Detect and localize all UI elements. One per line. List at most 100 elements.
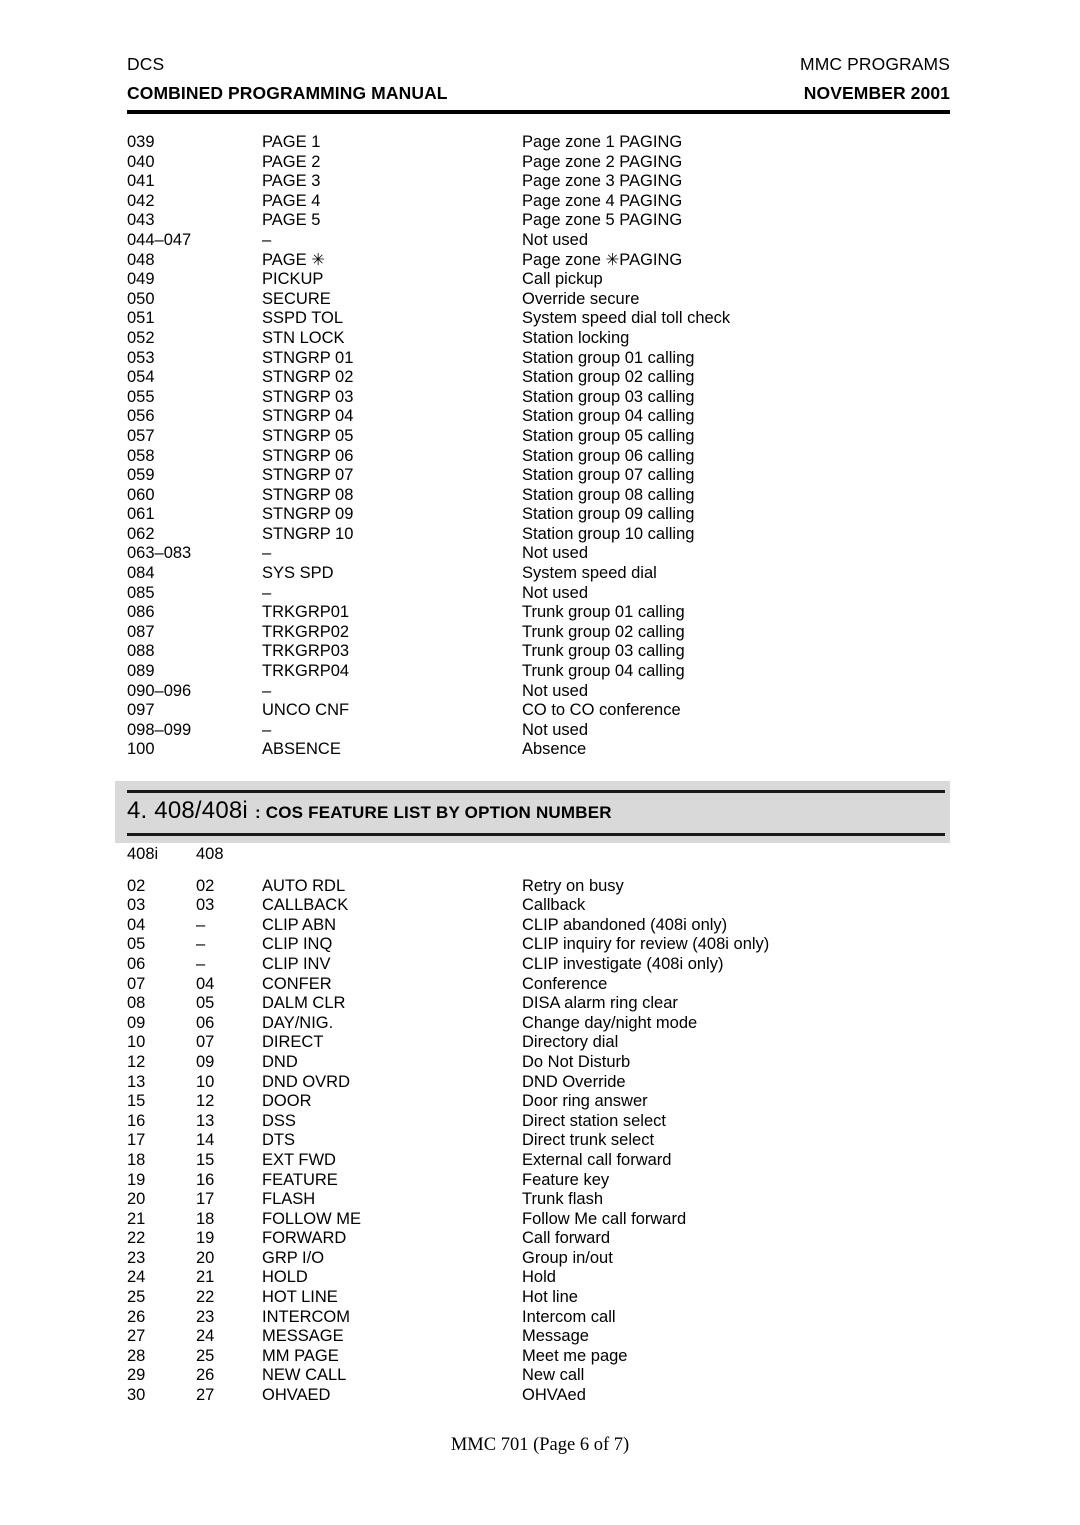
table-row: 29 26 NEW CALL New call [0,1366,1080,1386]
feature-description: Call forward [522,1229,611,1248]
option-number-408: 13 [196,1111,215,1130]
feature-description: Trunk flash [522,1190,604,1209]
feature-code: 059 [127,466,155,485]
table-row: 052 STN LOCK Station locking [0,329,1080,349]
feature-description: Not used [522,230,589,249]
column-header-408i: 408i [127,845,159,863]
feature-name: DND OVRD [262,1072,351,1091]
feature-name: FORWARD [262,1229,347,1248]
feature-description: Override secure [522,289,640,308]
option-number-408: – [196,915,206,934]
feature-description: CLIP abandoned (408i only) [522,915,728,934]
feature-code: 056 [127,407,155,426]
table-row: 30 27 OHVAED OHVAed [0,1386,1080,1406]
header-row-1: DCS MMC PROGRAMS [127,54,950,74]
feature-name: STNGRP 05 [262,426,354,445]
table-row: 07 04 CONFER Conference [0,975,1080,995]
option-number-408: 25 [196,1346,215,1365]
table-row: 053 STNGRP 01 Station group 01 calling [0,349,1080,369]
feature-description: CO to CO conference [522,701,681,720]
table-row: 057 STNGRP 05 Station group 05 calling [0,427,1080,447]
option-number-408: 17 [196,1190,215,1209]
table-row: 09 06 DAY/NIG. Change day/night mode [0,1014,1080,1034]
table-row: 097 UNCO CNF CO to CO conference [0,701,1080,721]
feature-name: FOLLOW ME [262,1209,362,1228]
option-number-408i: 04 [127,915,146,934]
feature-name: TRKGRP02 [262,622,350,641]
feature-description: Page zone 3 PAGING [522,172,683,191]
feature-code: 051 [127,309,155,328]
option-number-408: 26 [196,1366,215,1385]
table-row: 041 PAGE 3 Page zone 3 PAGING [0,172,1080,192]
feature-name: TRKGRP01 [262,603,350,622]
table-row: 27 24 MESSAGE Message [0,1327,1080,1347]
feature-description: Station group 02 calling [522,368,695,387]
feature-description: Hold [522,1268,556,1287]
feature-code: 041 [127,172,155,191]
table-row: 085 – Not used [0,584,1080,604]
option-number-408i: 24 [127,1268,146,1287]
option-number-408i: 08 [127,994,146,1013]
feature-name: OHVAED [262,1386,331,1405]
feature-name: CALLBACK [262,896,349,915]
option-number-408: 02 [196,876,215,895]
feature-description: Not used [522,720,589,739]
option-number-408: 19 [196,1229,215,1248]
option-number-408i: 15 [127,1092,146,1111]
feature-name: PAGE 3 [262,172,321,191]
option-number-408: 24 [196,1327,215,1346]
table-row: 10 07 DIRECT Directory dial [0,1033,1080,1053]
feature-name: DOOR [262,1092,312,1111]
feature-description: Page zone 4 PAGING [522,191,683,210]
feature-name: CLIP ABN [262,915,336,934]
feature-name: TRKGRP04 [262,662,350,681]
option-number-408: 27 [196,1386,215,1405]
feature-description: Station group 03 calling [522,387,695,406]
option-number-408i: 19 [127,1170,146,1189]
feature-code: 055 [127,387,155,406]
table-row: 05 – CLIP INQ CLIP inquiry for review (408i… [0,935,1080,955]
feature-description: Station group 07 calling [522,466,695,485]
feature-description: Not used [522,681,589,700]
band-rule-top [127,790,945,793]
manual-name-line1: DCS [127,54,165,74]
feature-name: MM PAGE [262,1346,339,1365]
feature-description: Page zone 2 PAGING [522,152,683,171]
table-row: 084 SYS SPD System speed dial [0,564,1080,584]
table-row: 090–096 – Not used [0,682,1080,702]
option-number-408: 10 [196,1072,215,1091]
feature-code: 088 [127,642,155,661]
feature-name: STNGRP 06 [262,446,354,465]
table-row: 054 STNGRP 02 Station group 02 calling [0,368,1080,388]
table-row: 086 TRKGRP01 Trunk group 01 calling [0,603,1080,623]
feature-name: DIRECT [262,1033,324,1052]
option-number-408: 12 [196,1092,215,1111]
option-number-408: 16 [196,1170,215,1189]
feature-name: DAY/NIG. [262,1013,334,1032]
feature-name: HOT LINE [262,1288,338,1307]
feature-code: 062 [127,524,155,543]
feature-code: 063–083 [127,544,192,563]
manual-name-line2: COMBINED PROGRAMMING MANUAL [127,82,448,103]
feature-name: MESSAGE [262,1327,344,1346]
section-heading: 4. 408/408i : COS FEATURE LIST BY OPTION… [127,796,612,830]
feature-name: DTS [262,1131,295,1150]
feature-description: DND Override [522,1072,626,1091]
table-row: 25 22 HOT LINE Hot line [0,1288,1080,1308]
feature-description: Trunk group 02 calling [522,622,685,641]
option-number-408: 09 [196,1052,215,1071]
feature-description: Station group 06 calling [522,446,695,465]
feature-code: 090–096 [127,681,192,700]
option-number-408i: 30 [127,1386,146,1405]
feature-name: STN LOCK [262,328,345,347]
table-row: 28 25 MM PAGE Meet me page [0,1347,1080,1367]
feature-description: Follow Me call forward [522,1209,687,1228]
feature-description: Do Not Disturb [522,1052,631,1071]
table-row: 089 TRKGRP04 Trunk group 04 calling [0,662,1080,682]
feature-description: Meet me page [522,1346,628,1365]
feature-name: UNCO CNF [262,701,350,720]
feature-name: TRKGRP03 [262,642,350,661]
feature-code: 053 [127,348,155,367]
table-row: 059 STNGRP 07 Station group 07 calling [0,466,1080,486]
table-row: 23 20 GRP I/O Group in/out [0,1249,1080,1269]
